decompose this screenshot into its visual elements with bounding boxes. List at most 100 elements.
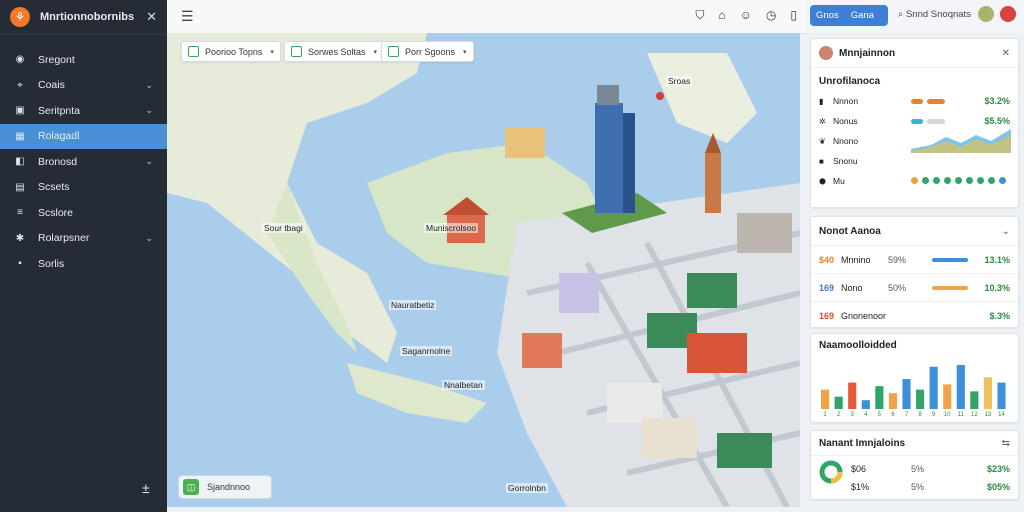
sidebar-item-2[interactable]: ▣ Seritpnta ⌄ (0, 98, 167, 124)
toolbar-icons: ⛉ ⌂ ☺ ◷ ▯ (695, 8, 797, 23)
chart-bar (848, 382, 857, 409)
view-toggle-a[interactable]: Gnos (810, 10, 845, 21)
stat-row-value: 10.3% (984, 282, 1010, 293)
map-view[interactable] (167, 33, 800, 507)
top-toolbar: ☰ ⛉ ⌂ ☺ ◷ ▯ (167, 0, 807, 34)
summary-row: $1% 5% $05% (851, 478, 1010, 496)
settings-icon: ✱ (15, 232, 25, 244)
map-label-city3: Nauratbetiz (389, 300, 437, 310)
sidebar-item-0[interactable]: ◉ Sregont (0, 47, 167, 73)
chart-bar (943, 384, 952, 409)
chevron-down-icon[interactable]: ⌄ (145, 156, 153, 167)
filter-chip-label: Poorioo Topns (205, 46, 263, 57)
sidebar-item-1[interactable]: ⌖ Coais ⌄ (0, 73, 167, 99)
search-input[interactable]: ⌕ Snnd Snoqnats (898, 9, 971, 20)
chart-bar (916, 389, 925, 409)
legend-row-graphic (911, 118, 977, 124)
building-block-2[interactable] (505, 128, 545, 158)
stat-row-name: Mnnino (841, 254, 871, 265)
sidebar-item-5[interactable]: ▤ Scsets (0, 175, 167, 201)
square-icon: ■ (819, 156, 824, 166)
sidebar-item-label: Scslore (38, 206, 74, 219)
stat-row[interactable]: 169 Gnonenoor $.3% (811, 302, 1018, 330)
hamburger-menu-icon[interactable]: ☰ (181, 8, 194, 25)
stat-row-bar (932, 285, 968, 290)
chart-tick-label: 11 (958, 412, 965, 417)
chart-card-title: Naamoolloidded (819, 340, 897, 351)
share-icon[interactable]: ⇆ (1002, 438, 1010, 449)
close-icon[interactable]: ✕ (1002, 48, 1010, 59)
filter-chip-0[interactable]: Poorioo Topns ▾ (181, 41, 281, 62)
sidebar-item-6[interactable]: ≡ Scslore (0, 200, 167, 226)
avatar[interactable] (978, 6, 994, 22)
legend-row-name: Mu (833, 176, 845, 186)
right-header: Gnos Gana ⌕ Snnd Snoqnats (808, 0, 1024, 33)
chart-icon: ▤ (15, 181, 25, 193)
stat-row-value: 13.1% (984, 254, 1010, 265)
filter-icon (291, 46, 302, 57)
legend-row: ▮ Nnnon $3.2% (811, 91, 1018, 111)
filter-icon (188, 46, 199, 57)
chart-bar (956, 365, 965, 409)
calendar-icon: ▦ (15, 130, 25, 142)
stat-row-bar (932, 257, 968, 262)
phone-icon[interactable]: ▯ (790, 8, 797, 23)
stat-row[interactable]: $40 Mnnino 59% 13.1% (811, 246, 1018, 274)
map-label-city5: Nnalbetan (442, 380, 485, 390)
briefcase-icon: ▣ (15, 105, 25, 117)
sidebar-item-label: Scsets (38, 181, 70, 194)
legend-card-title: Unrofilanoca (819, 76, 881, 87)
map-canvas[interactable] (167, 33, 800, 507)
chevron-down-icon[interactable]: ⌄ (145, 233, 153, 244)
filter-chip-1[interactable]: Sorwes Soltas ▾ (284, 41, 385, 62)
expand-icon[interactable]: ± (142, 480, 150, 496)
clock-icon[interactable]: ◷ (766, 8, 776, 23)
sidebar-item-4[interactable]: ◧ Bronosd ⌄ (0, 149, 167, 175)
sidebar-item-8[interactable]: ▪ Sorlis (0, 251, 167, 277)
summary-row-value: $23% (986, 464, 1010, 474)
stats-card: Nonot Aanoa ⌄ $40 Mnnino 59% 13.1% 169 Nono 50… (810, 216, 1019, 330)
avatar-secondary[interactable] (1000, 6, 1016, 22)
map-layer-toggle[interactable]: ◫ Sjandnnoo (178, 475, 272, 499)
chart-tick-label: 3 (851, 412, 855, 417)
view-toggle-b[interactable]: Gana (845, 10, 880, 21)
chart-bar (888, 393, 897, 409)
home-icon[interactable]: ⌂ (718, 8, 725, 23)
stat-row-name: Gnonenoor (841, 310, 887, 321)
summary-card-title: Nanant Imnjaloins (819, 437, 906, 449)
chart-tick-label: 12 (971, 412, 978, 417)
filter-chip-label: Porr Sgoons (405, 46, 456, 57)
filter-chip-label: Sorwes Soltas (308, 46, 366, 57)
chart-bar (970, 391, 979, 409)
legend-row-name: Snonu (833, 156, 858, 166)
smile-icon[interactable]: ☺ (740, 8, 752, 23)
map-label-city4: Saganrnolne (400, 346, 453, 356)
sidebar-item-3[interactable]: ▦ Rolagadl (0, 123, 167, 149)
chevron-down-icon[interactable]: ⌄ (1002, 226, 1010, 237)
sliders-icon: ≡ (17, 207, 23, 219)
layers-icon: ◧ (15, 156, 25, 168)
chevron-down-icon: ▾ (270, 48, 274, 56)
legend-row-name: Nonus (833, 116, 858, 126)
chevron-down-icon[interactable]: ⌄ (145, 105, 153, 116)
sidebar-item-7[interactable]: ✱ Rolarpsner ⌄ (0, 226, 167, 252)
view-toggle[interactable]: Gnos Gana (810, 5, 888, 26)
location-pin[interactable] (656, 92, 664, 100)
stat-row[interactable]: 169 Nono 50% 10.3% (811, 274, 1018, 302)
brand-logo-icon[interactable]: ⚘ (10, 7, 30, 27)
sidebar-nav: ◉ Sregont ⌖ Coais ⌄ ▣ Seritpnta ⌄ ▦ Rolagadl ◧ Bron… (0, 35, 167, 277)
chart-card: Naamoolloidded 1 2 3 4 5 6 7 8 9 10 11 12 13 14 (810, 333, 1019, 423)
chevron-down-icon[interactable]: ⌄ (145, 80, 153, 91)
bar-chart: 1 2 3 4 5 6 7 8 9 10 11 12 13 14 (821, 365, 1006, 418)
chart-tick-label: 6 (891, 412, 895, 417)
chart-bar (875, 386, 884, 409)
chart-bar (834, 396, 843, 409)
shield-icon[interactable]: ⛉ (695, 8, 704, 23)
stat-row-pct: 59% (888, 254, 907, 265)
leaf-icon: ❦ (819, 136, 826, 146)
close-icon[interactable]: ✕ (146, 9, 157, 25)
user-avatar (819, 46, 833, 60)
filter-icon (388, 46, 399, 57)
filter-chip-2[interactable]: Porr Sgoons ▾ (381, 41, 474, 62)
bars-icon: ▮ (819, 96, 824, 106)
